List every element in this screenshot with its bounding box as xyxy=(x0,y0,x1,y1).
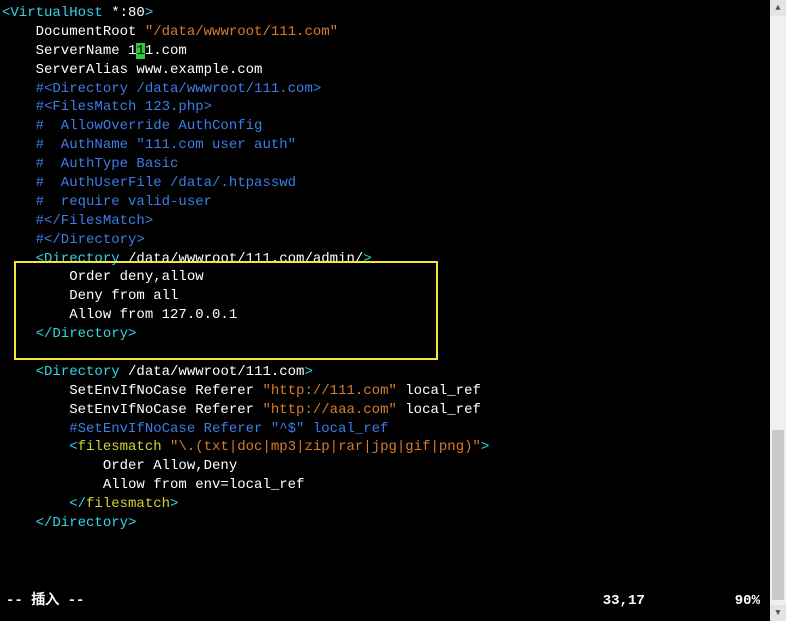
code-token: # AuthType Basic xyxy=(2,156,178,172)
code-line: <filesmatch "\.(txt|doc|mp3|zip|rar|jpg|… xyxy=(2,438,784,457)
vim-mode-indicator: -- 插入 -- xyxy=(6,592,84,611)
code-token: #</FilesMatch> xyxy=(2,213,153,229)
code-token: # AuthName "111.com user auth" xyxy=(2,137,296,153)
code-token: *:80 xyxy=(111,5,145,21)
code-token: "http://aaa.com" xyxy=(262,402,396,418)
code-token: # AuthUserFile /data/.htpasswd xyxy=(2,175,296,191)
code-token: > xyxy=(145,5,153,21)
code-line: Allow from 127.0.0.1 xyxy=(2,306,784,325)
code-line: <Directory /data/wwwroot/111.com> xyxy=(2,363,784,382)
code-token xyxy=(162,439,170,455)
code-line: ServerName 111.com xyxy=(2,42,784,61)
code-token: <VirtualHost xyxy=(2,5,111,21)
code-line: DocumentRoot "/data/wwwroot/111.com" xyxy=(2,23,784,42)
scroll-down-arrow-icon[interactable]: ▼ xyxy=(770,605,786,621)
code-token: SetEnvIfNoCase Referer xyxy=(2,383,262,399)
code-line: #</FilesMatch> xyxy=(2,212,784,231)
vertical-scrollbar[interactable]: ▲ ▼ xyxy=(770,0,786,621)
code-token: /data/wwwroot/111.com xyxy=(128,364,304,380)
code-token: </Directory> xyxy=(2,326,136,342)
code-token: "\.(txt|doc|mp3|zip|rar|jpg|gif|png)" xyxy=(170,439,481,455)
code-token: > xyxy=(170,496,178,512)
code-line: # require valid-user xyxy=(2,193,784,212)
code-token: # require valid-user xyxy=(2,194,212,210)
code-token: "/data/wwwroot/111.com" xyxy=(145,24,338,40)
code-token: </ xyxy=(2,496,86,512)
code-token: </Directory> xyxy=(2,515,136,531)
scrollbar-thumb[interactable] xyxy=(772,430,784,600)
scroll-up-arrow-icon[interactable]: ▲ xyxy=(770,0,786,16)
code-line: </Directory> xyxy=(2,325,784,344)
code-line: </filesmatch> xyxy=(2,495,784,514)
code-line: #<FilesMatch 123.php> xyxy=(2,98,784,117)
code-token: Allow from env=local_ref xyxy=(2,477,304,493)
code-token: /data/wwwroot/111.com/admin/ xyxy=(128,251,363,267)
code-line: #SetEnvIfNoCase Referer "^$" local_ref xyxy=(2,420,784,439)
code-token: ServerAlias www.example.com xyxy=(2,62,262,78)
code-line: Allow from env=local_ref xyxy=(2,476,784,495)
code-token: Allow from 127.0.0.1 xyxy=(2,307,237,323)
code-line: # AuthType Basic xyxy=(2,155,784,174)
code-line: SetEnvIfNoCase Referer "http://111.com" … xyxy=(2,382,784,401)
code-line: # AllowOverride AuthConfig xyxy=(2,117,784,136)
scroll-percent: 90% xyxy=(735,592,760,611)
code-line: ServerAlias www.example.com xyxy=(2,61,784,80)
code-line: # AuthUserFile /data/.htpasswd xyxy=(2,174,784,193)
code-token: #</Directory> xyxy=(2,232,145,248)
code-line xyxy=(2,344,784,363)
code-line: </Directory> xyxy=(2,514,784,533)
code-token: filesmatch xyxy=(78,439,162,455)
code-line: # AuthName "111.com user auth" xyxy=(2,136,784,155)
code-token: filesmatch xyxy=(86,496,170,512)
code-token: "http://111.com" xyxy=(262,383,396,399)
code-token: Order deny,allow xyxy=(2,269,204,285)
code-token: #<FilesMatch 123.php> xyxy=(2,99,212,115)
code-token: local_ref xyxy=(397,383,481,399)
code-token: DocumentRoot xyxy=(2,24,145,40)
code-line: #</Directory> xyxy=(2,231,784,250)
code-line: <VirtualHost *:80> xyxy=(2,4,784,23)
code-line: Order Allow,Deny xyxy=(2,457,784,476)
code-token: > xyxy=(363,251,371,267)
code-token: < xyxy=(2,439,78,455)
cursor-position: 33,17 xyxy=(603,592,645,611)
code-line: Deny from all xyxy=(2,287,784,306)
text-cursor: 1 xyxy=(136,43,144,59)
code-token: <Directory xyxy=(2,251,128,267)
code-token: local_ref xyxy=(397,402,481,418)
code-token: ServerName 1 xyxy=(2,43,136,59)
code-token: > xyxy=(304,364,312,380)
code-token: > xyxy=(481,439,489,455)
code-line: <Directory /data/wwwroot/111.com/admin/> xyxy=(2,250,784,269)
code-token: # AllowOverride AuthConfig xyxy=(2,118,262,134)
editor-viewport[interactable]: <VirtualHost *:80> DocumentRoot "/data/w… xyxy=(0,0,786,537)
code-token: 1.com xyxy=(145,43,187,59)
code-token: <Directory xyxy=(2,364,128,380)
code-token: SetEnvIfNoCase Referer xyxy=(2,402,262,418)
code-line: SetEnvIfNoCase Referer "http://aaa.com" … xyxy=(2,401,784,420)
code-token: Deny from all xyxy=(2,288,178,304)
code-line: Order deny,allow xyxy=(2,268,784,287)
code-token: Order Allow,Deny xyxy=(2,458,237,474)
code-token: #SetEnvIfNoCase Referer "^$" local_ref xyxy=(2,421,388,437)
code-token: #<Directory /data/wwwroot/111.com> xyxy=(2,81,321,97)
code-line: #<Directory /data/wwwroot/111.com> xyxy=(2,80,784,99)
vim-status-bar: -- 插入 -- 33,17 90% xyxy=(0,592,786,611)
